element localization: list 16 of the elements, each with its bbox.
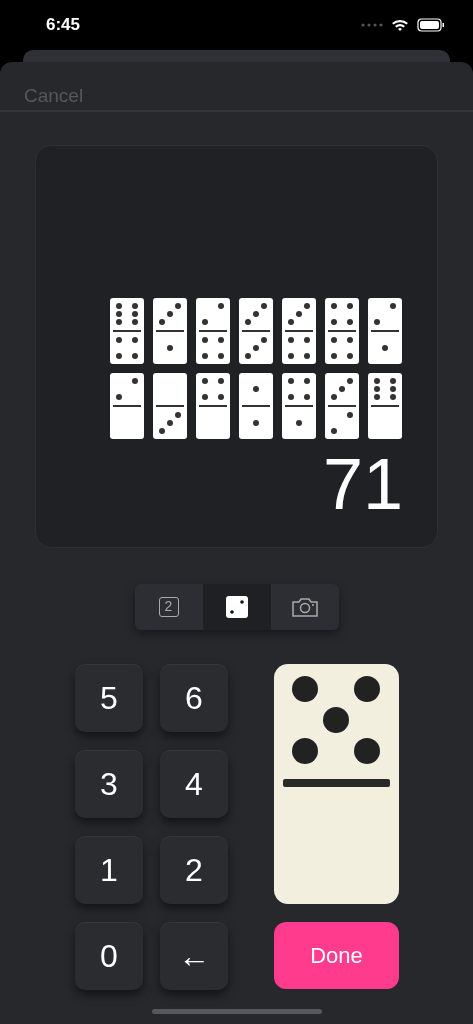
keypad-key[interactable]: 2 [160,836,228,904]
keypad-key[interactable]: 6 [160,664,228,732]
keypad-key[interactable]: 0 [75,922,143,990]
mode-tab[interactable] [202,584,271,630]
keypad-key[interactable]: 4 [160,750,228,818]
keypad-key[interactable]: 3 [75,750,143,818]
keypad-key[interactable]: 5 [75,664,143,732]
dice-icon [225,596,248,618]
keypad-key[interactable]: ← [160,922,228,990]
camera-icon [290,596,319,618]
status-time: 6:45 [46,14,81,37]
wifi-icon [391,18,409,32]
battery-icon [417,18,445,32]
total-score: 71 [322,444,403,524]
keypad-key[interactable]: 1 [75,836,143,904]
signal-icon [361,23,383,27]
